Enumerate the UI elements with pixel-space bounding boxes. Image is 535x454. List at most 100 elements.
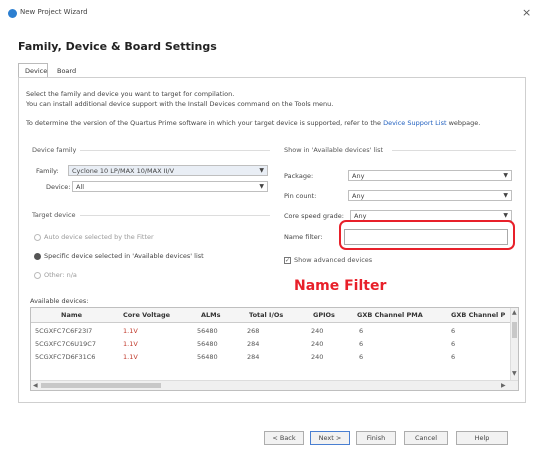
name-filter-highlight bbox=[339, 220, 515, 250]
scroll-up-icon[interactable]: ▲ bbox=[512, 309, 517, 316]
show-advanced-checkbox[interactable]: ✓ Show advanced devices bbox=[284, 256, 372, 264]
package-select[interactable]: Any ▼ bbox=[348, 170, 512, 181]
radio-auto-device[interactable]: Auto device selected by the Fitter bbox=[34, 233, 154, 241]
family-select-value: Cyclone 10 LP/MAX 10/MAX II/V bbox=[72, 167, 175, 175]
cell-core-voltage: 1.1V bbox=[123, 353, 138, 361]
pin-count-label: Pin count: bbox=[284, 192, 317, 200]
page-title: Family, Device & Board Settings bbox=[18, 40, 217, 53]
available-devices-label: Available devices: bbox=[30, 297, 89, 305]
radio-dot bbox=[34, 271, 41, 279]
table-horizontal-scrollbar[interactable]: ◀ ▶ bbox=[31, 380, 518, 390]
help-button[interactable]: Help bbox=[456, 431, 508, 445]
intro-line-1: Select the family and device you want to… bbox=[26, 90, 235, 98]
radio-auto-device-label: Auto device selected by the Fitter bbox=[44, 233, 154, 241]
table-row[interactable]: 5CGXFC7D6F31C6 1.1V 56480 284 240 6 6 bbox=[31, 351, 518, 363]
scroll-right-icon[interactable]: ▶ bbox=[501, 382, 506, 389]
chevron-down-icon: ▼ bbox=[259, 167, 264, 174]
table-row[interactable]: 5CGXFC7C6U19C7 1.1V 56480 284 240 6 6 bbox=[31, 338, 518, 350]
column-header-core-voltage[interactable]: Core Voltage bbox=[123, 311, 170, 319]
name-filter-annotation: Name Filter bbox=[294, 278, 387, 294]
cell-total-ios: 268 bbox=[247, 327, 260, 335]
cell-alms: 56480 bbox=[197, 327, 218, 335]
package-label: Package: bbox=[284, 172, 314, 180]
device-family-divider bbox=[80, 150, 270, 151]
chevron-down-icon: ▼ bbox=[503, 212, 508, 219]
speed-grade-label: Core speed grade: bbox=[284, 212, 344, 220]
pin-count-select[interactable]: Any ▼ bbox=[348, 190, 512, 201]
target-device-group-label: Target device bbox=[32, 211, 76, 219]
cell-gxb-p: 6 bbox=[451, 340, 456, 348]
chevron-down-icon: ▼ bbox=[259, 183, 264, 190]
cell-name: 5CGXFC7C6F23I7 bbox=[35, 327, 93, 335]
cell-total-ios: 284 bbox=[247, 353, 260, 361]
cell-gpios: 240 bbox=[311, 327, 324, 335]
family-label: Family: bbox=[36, 167, 59, 175]
cell-name: 5CGXFC7D6F31C6 bbox=[35, 353, 96, 361]
family-select[interactable]: Cyclone 10 LP/MAX 10/MAX II/V ▼ bbox=[68, 165, 268, 176]
column-header-gxb-channel-p[interactable]: GXB Channel P bbox=[451, 311, 505, 319]
cell-gxb-pma: 6 bbox=[359, 340, 364, 348]
intro-line-2: You can install additional device suppor… bbox=[26, 100, 334, 108]
scroll-down-icon[interactable]: ▼ bbox=[512, 370, 517, 377]
scroll-thumb[interactable] bbox=[512, 322, 517, 338]
table-vertical-scrollbar[interactable]: ▲ ▼ bbox=[510, 308, 518, 380]
column-header-total-ios[interactable]: Total I/Os bbox=[249, 311, 283, 319]
scroll-left-icon[interactable]: ◀ bbox=[33, 382, 38, 389]
window-titlebar: New Project Wizard × bbox=[0, 0, 535, 26]
device-select[interactable]: All ▼ bbox=[72, 181, 268, 192]
radio-other-label: Other: n/a bbox=[44, 271, 77, 279]
pin-count-select-value: Any bbox=[352, 192, 365, 200]
finish-button[interactable]: Finish bbox=[356, 431, 396, 445]
column-header-alms[interactable]: ALMs bbox=[201, 311, 221, 319]
cell-gxb-p: 6 bbox=[451, 353, 456, 361]
cell-alms: 56480 bbox=[197, 353, 218, 361]
device-family-group-label: Device family bbox=[32, 146, 77, 154]
close-icon[interactable]: × bbox=[522, 6, 531, 19]
name-filter-label: Name filter: bbox=[284, 233, 323, 241]
cell-core-voltage: 1.1V bbox=[123, 340, 138, 348]
tab-device[interactable]: Device bbox=[18, 63, 48, 77]
show-in-list-divider bbox=[392, 150, 516, 151]
intro-line-3-prefix: To determine the version of the Quartus … bbox=[26, 119, 384, 127]
cell-core-voltage: 1.1V bbox=[123, 327, 138, 335]
cell-name: 5CGXFC7C6U19C7 bbox=[35, 340, 96, 348]
show-advanced-label: Show advanced devices bbox=[294, 256, 373, 264]
column-header-name[interactable]: Name bbox=[61, 311, 82, 319]
device-support-list-link[interactable]: Device Support List bbox=[383, 119, 446, 127]
device-select-value: All bbox=[76, 183, 85, 191]
column-header-gxb-channel-pma[interactable]: GXB Channel PMA bbox=[357, 311, 423, 319]
cell-alms: 56480 bbox=[197, 340, 218, 348]
cell-total-ios: 284 bbox=[247, 340, 260, 348]
cell-gpios: 240 bbox=[311, 353, 324, 361]
device-label: Device: bbox=[46, 183, 71, 191]
cell-gpios: 240 bbox=[311, 340, 324, 348]
radio-other[interactable]: Other: n/a bbox=[34, 271, 77, 279]
intro-line-3-suffix: webpage. bbox=[446, 119, 481, 127]
cell-gxb-p: 6 bbox=[451, 327, 456, 335]
table-header: Name Core Voltage ALMs Total I/Os GPIOs … bbox=[31, 308, 518, 323]
cell-gxb-pma: 6 bbox=[359, 327, 364, 335]
column-header-gpios[interactable]: GPIOs bbox=[313, 311, 335, 319]
radio-dot bbox=[34, 252, 41, 260]
chevron-down-icon: ▼ bbox=[503, 192, 508, 199]
target-device-divider bbox=[80, 215, 270, 216]
radio-specific-device[interactable]: Specific device selected in 'Available d… bbox=[34, 252, 204, 260]
package-select-value: Any bbox=[352, 172, 365, 180]
show-in-list-group-label: Show in 'Available devices' list bbox=[284, 146, 384, 154]
tab-board[interactable]: Board bbox=[50, 63, 80, 77]
checkbox-check-icon: ✓ bbox=[284, 256, 291, 264]
radio-specific-device-label: Specific device selected in 'Available d… bbox=[44, 252, 204, 260]
chevron-down-icon: ▼ bbox=[503, 172, 508, 179]
cell-gxb-pma: 6 bbox=[359, 353, 364, 361]
scroll-thumb[interactable] bbox=[41, 383, 161, 388]
table-row[interactable]: 5CGXFC7C6F23I7 1.1V 56480 268 240 6 6 bbox=[31, 325, 518, 337]
next-button[interactable]: Next > bbox=[310, 431, 350, 445]
cancel-button[interactable]: Cancel bbox=[404, 431, 448, 445]
app-icon bbox=[8, 9, 17, 18]
radio-dot bbox=[34, 233, 41, 241]
speed-grade-select-value: Any bbox=[354, 212, 367, 220]
window-title: New Project Wizard bbox=[20, 8, 88, 16]
intro-line-3: To determine the version of the Quartus … bbox=[26, 119, 480, 127]
back-button[interactable]: < Back bbox=[264, 431, 304, 445]
available-devices-table: Name Core Voltage ALMs Total I/Os GPIOs … bbox=[30, 307, 519, 391]
